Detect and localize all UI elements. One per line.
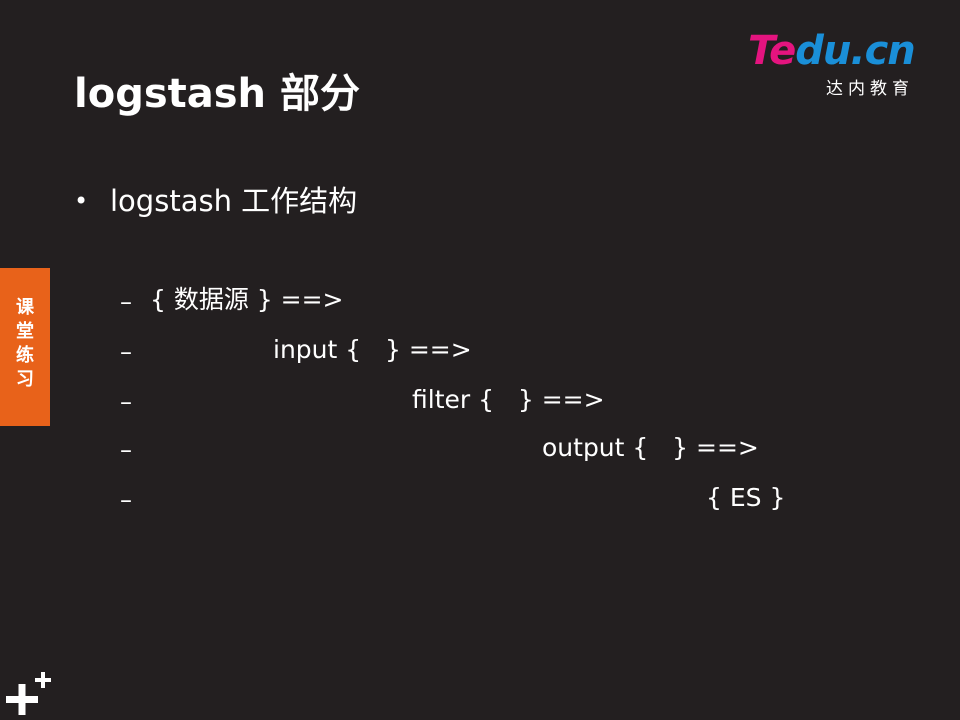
sub-item-filter: filter { } ==> — [412, 385, 605, 414]
bullet-marker: • — [74, 187, 89, 215]
classroom-exercise-char: 课 — [16, 297, 34, 318]
logo-wordmark-part2: du.cn — [795, 28, 915, 74]
plus-logo-icon — [6, 672, 51, 715]
logo-wordmark: Tedu.cn — [748, 28, 916, 74]
slide-title: logstash 部分 — [74, 71, 360, 117]
tedu-logo: Tedu.cn 达内教育 — [748, 28, 938, 99]
logo-subtitle: 达内教育 — [826, 79, 914, 99]
classroom-exercise-tab: 课堂练习 — [0, 268, 50, 426]
sub-item-dash: – — [120, 388, 132, 416]
sub-item-dash: – — [120, 436, 132, 464]
bullet-text: logstash 工作结构 — [110, 184, 358, 218]
sub-item-input: input { } ==> — [273, 335, 472, 364]
sub-item-dash: – — [120, 288, 132, 316]
sub-item-es: { ES } — [706, 483, 786, 512]
sub-item-dash: – — [120, 486, 132, 514]
sub-item-output: output { } ==> — [542, 433, 759, 462]
sub-item-data-source: { 数据源 } ==> — [150, 285, 344, 314]
classroom-exercise-label: 课堂练习 — [0, 296, 50, 392]
logo-wordmark-part1: Te — [748, 28, 796, 74]
classroom-exercise-char: 习 — [16, 369, 34, 390]
classroom-exercise-char: 练 — [16, 345, 34, 366]
classroom-exercise-char: 堂 — [16, 321, 34, 342]
sub-item-dash: – — [120, 338, 132, 366]
